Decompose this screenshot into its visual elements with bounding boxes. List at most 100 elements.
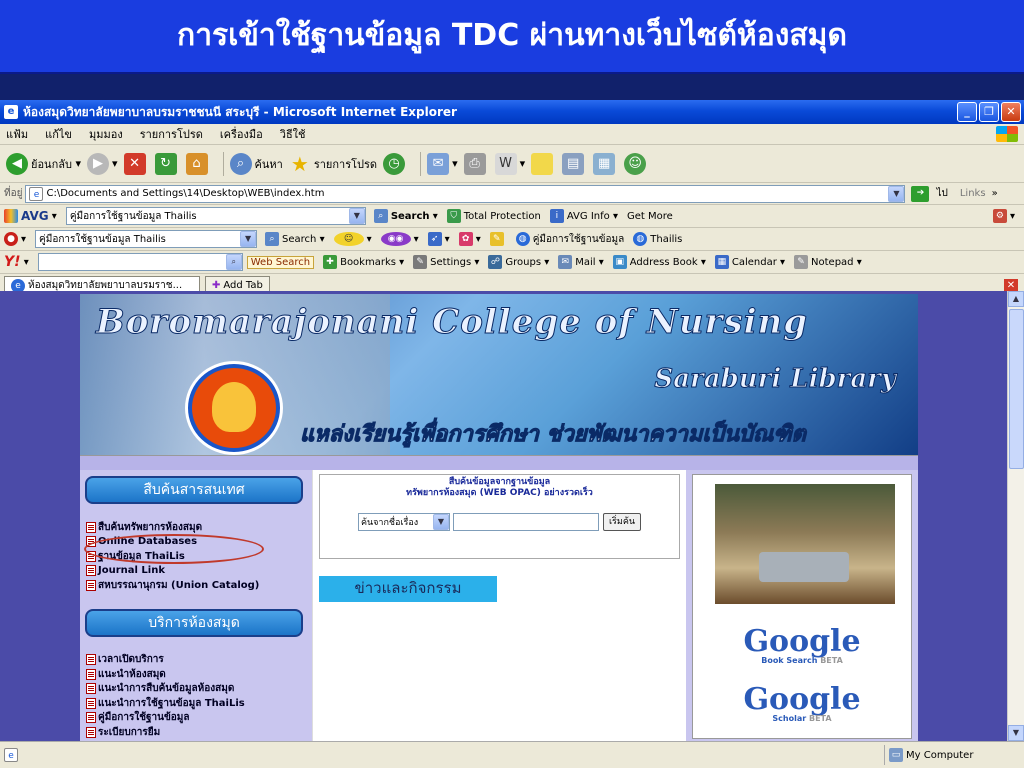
mail-link[interactable]: ✉ Mail ▾ (558, 255, 604, 269)
menu-edit[interactable]: แก้ไข (45, 125, 72, 143)
link-opening-hours[interactable]: เวลาเปิดบริการ (86, 653, 308, 668)
search-toolbar: ● ▾ คู่มือการใช้ฐานข้อมูล Thailis ▼ ⌕ Searc… (0, 228, 1024, 251)
links-button[interactable]: Links (960, 188, 986, 199)
address-input[interactable]: e C:\Documents and Settings\14\Desktop\W… (25, 184, 906, 203)
link-journal[interactable]: Journal Link (86, 564, 308, 579)
link-search-guide[interactable]: แนะนำการสืบค้นข้อมูลห้องสมุด (86, 682, 308, 697)
groups-button[interactable]: ☍ Groups ▾ (488, 255, 549, 269)
research-button[interactable]: ▤ (562, 152, 587, 175)
address-dropdown-icon[interactable]: ▼ (888, 185, 905, 202)
avg-icon (4, 209, 18, 223)
print-button[interactable]: ⎙ (463, 152, 489, 175)
avg-total-protection[interactable]: ⛉ Total Protection (446, 209, 541, 223)
highlight-button[interactable]: ✎ (489, 232, 507, 246)
opac-field-select[interactable]: ค้นจากชื่อเรื่อง ▼ (357, 513, 450, 531)
toolbar-search-input[interactable]: คู่มือการใช้ฐานข้อมูล Thailis ▼ (35, 230, 258, 248)
media-icon: ▦ (593, 152, 616, 175)
scroll-thumb[interactable] (1009, 309, 1024, 469)
link-thailis-guide[interactable]: แนะนำการใช้ฐานข้อมูล ThaiLis (86, 696, 308, 711)
menu-file[interactable]: แฟ้ม (6, 125, 28, 143)
banner-slogan: แหล่งเรียนรู้เพื่อการศึกษา ช่วยพัฒนาความ… (300, 422, 807, 448)
opac-search-button[interactable]: เริ่มค้น (602, 513, 641, 531)
google-book-search-logo[interactable]: Google Book Search BETA (693, 627, 911, 665)
google-scholar-label: Scholar BETA (772, 714, 832, 723)
chevron-right-icon[interactable]: » (992, 188, 998, 199)
manual-link[interactable]: ◍ คู่มือการใช้ฐานข้อมูล (515, 232, 624, 247)
gift-button[interactable]: ✿ ▾ (458, 232, 481, 246)
settings-button[interactable]: ✎ Settings ▾ (413, 255, 479, 269)
menu-tools[interactable]: เครื่องมือ (220, 125, 263, 143)
avg-get-more[interactable]: Get More (627, 211, 673, 222)
cursor-button[interactable]: ➶ ▾ (427, 232, 450, 246)
chevron-down-icon[interactable]: ▼ (432, 514, 449, 530)
back-button[interactable]: ◀ ย้อนกลับ ▾ (6, 152, 81, 175)
avg-info[interactable]: i AVG Info ▾ (549, 209, 618, 223)
avg-options[interactable]: ⚙ ▾ (992, 209, 1015, 223)
go-button[interactable]: ไป (936, 186, 947, 201)
chevron-down-icon[interactable]: ▼ (240, 231, 257, 247)
google-book-search-label: Book Search BETA (761, 656, 843, 665)
avg-logo[interactable]: AVG ▾ (4, 209, 57, 223)
mail-button[interactable]: ✉ ▾ (427, 152, 458, 175)
link-borrowing-rules[interactable]: ระเบียบการยืม (86, 725, 308, 740)
opac-heading-1: สืบค้นข้อมูลจากฐานข้อมูล (448, 477, 551, 487)
menu-favorites[interactable]: รายการโปรด (140, 125, 203, 143)
menu-view[interactable]: มุมมอง (89, 125, 123, 143)
page-viewport: Boromarajonani College of Nursing Sarabu… (0, 291, 1024, 741)
scroll-down-icon[interactable]: ▼ (1008, 725, 1024, 741)
settings-icon: ✎ (413, 255, 428, 269)
main-column: สืบค้นข้อมูลจากฐานข้อมูล ทรัพยากรห้องสมุ… (312, 470, 686, 741)
menu-help[interactable]: วิธีใช้ (280, 125, 306, 143)
opac-search-input[interactable] (452, 513, 599, 531)
media-button[interactable]: ▦ (593, 152, 618, 175)
refresh-button[interactable]: ↻ (154, 152, 180, 175)
forward-button[interactable]: ▶ ▾ (87, 152, 118, 175)
minimize-button[interactable]: _ (957, 102, 977, 122)
eyes-icon: ◉◉ (380, 232, 411, 246)
yahoo-logo[interactable]: Y! ▾ (4, 254, 29, 270)
bookmarks-button[interactable]: ✚ Bookmarks ▾ (323, 255, 404, 269)
smiley-button[interactable]: ☺ ▾ (333, 232, 372, 246)
address-book-link[interactable]: ▣ Address Book ▾ (612, 255, 706, 269)
messenger-button[interactable]: ☺ (624, 152, 649, 175)
avg-search-input[interactable]: คู่มือการใช้ฐานข้อมูล Thailis ▼ (65, 207, 366, 225)
toolbar-logo[interactable]: ● ▾ (4, 232, 26, 246)
link-catalog[interactable]: สืบค้นทรัพยากรห้องสมุด (86, 520, 308, 535)
eyes-button[interactable]: ◉◉ ▾ (380, 232, 419, 246)
avg-search-button[interactable]: ⌕ Search ▾ (373, 209, 438, 223)
home-button[interactable]: ⌂ (185, 152, 211, 175)
search-button[interactable]: ⌕ ค้นหา (229, 152, 283, 175)
notepad-icon: ✎ (794, 255, 809, 269)
restore-button[interactable]: ❐ (979, 102, 999, 122)
favorites-button[interactable]: ★ รายการโปรด (289, 153, 377, 175)
toolbar-search-button[interactable]: ⌕ Search ▾ (265, 232, 325, 246)
link-database-manual[interactable]: คู่มือการใช้ฐานข้อมูล (86, 711, 308, 726)
google-scholar-logo[interactable]: Google Scholar BETA (693, 685, 911, 723)
window-titlebar[interactable]: e ห้องสมุดวิทยาลัยพยาบาลบรมราชชนนี สระบุ… (0, 100, 1024, 124)
yahoo-web-search-button[interactable]: Web Search (246, 255, 315, 269)
notepad-link[interactable]: ✎ Notepad ▾ (794, 255, 862, 269)
history-button[interactable]: ◷ (383, 152, 408, 175)
vertical-scrollbar[interactable]: ▲ ▼ (1007, 291, 1024, 741)
go-arrow-icon[interactable]: ➔ (911, 185, 930, 202)
service-section-header: บริการห้องสมุด (85, 608, 303, 637)
chevron-down-icon[interactable]: ▼ (348, 208, 365, 224)
search-icon[interactable]: ⌕ (225, 254, 242, 270)
ladybug-icon: ● (4, 232, 18, 246)
close-button[interactable]: ✕ (1001, 102, 1021, 122)
edit-icon: W (494, 152, 517, 175)
scroll-up-icon[interactable]: ▲ (1008, 291, 1024, 307)
discuss-button[interactable] (531, 152, 556, 175)
link-union-catalog[interactable]: สหบรรณานุกรม (Union Catalog) (86, 578, 308, 593)
search-section-header: สืบค้นสารสนเทศ (85, 476, 303, 504)
yahoo-search-input[interactable]: ⌕ (37, 253, 243, 271)
thailis-link[interactable]: ◍ Thailis (633, 232, 682, 246)
link-library-intro[interactable]: แนะนำห้องสมุด (86, 667, 308, 682)
highlighter-icon: ✎ (489, 232, 504, 246)
news-header[interactable]: ข่าวและกิจกรรม (319, 576, 497, 602)
document-icon (86, 521, 96, 533)
edit-button[interactable]: W ▾ (494, 152, 525, 175)
highlight-oval (84, 534, 264, 564)
stop-button[interactable]: ✕ (123, 152, 149, 175)
calendar-link[interactable]: ▦ Calendar ▾ (714, 255, 785, 269)
